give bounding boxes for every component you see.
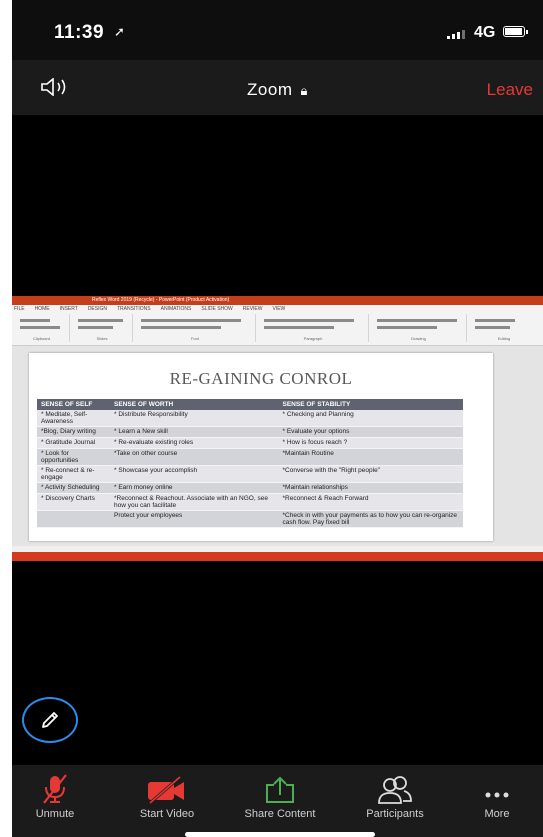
table-cell: * Learn a New skill: [110, 426, 279, 438]
table-row: * Re-connect & re-engage * Showcase your…: [37, 465, 463, 483]
battery-icon: [503, 26, 528, 37]
share-screen-icon: [266, 776, 294, 803]
left-border: [0, 0, 12, 837]
ribbon-tab: SLIDE SHOW: [201, 306, 233, 312]
table-row: * Discovery Charts *Reconnect & Reachout…: [37, 493, 463, 511]
ppt-taskbar: [12, 552, 543, 561]
unmute-button[interactable]: Unmute: [0, 769, 110, 820]
ribbon-tab: DESIGN: [87, 306, 107, 312]
meeting-title: Zoom 🔒︎: [12, 80, 543, 100]
home-indicator: [185, 832, 375, 837]
location-arrow-icon: ➚: [114, 24, 125, 39]
table-cell: * Gratitude Journal: [37, 437, 111, 449]
table-header-row: SENSE OF SELF SENSE OF WORTH SENSE OF ST…: [37, 399, 463, 410]
status-bar: 11:39 ➚ 4G: [12, 0, 543, 60]
ribbon-tab: HOME: [34, 306, 50, 312]
table-cell: * Showcase your accomplish: [110, 465, 279, 483]
table-cell: *Blog, Diary writing: [37, 426, 111, 438]
table-cell: * Distribute Responsibility: [110, 410, 279, 427]
ribbon-group-drawing: Drawing: [371, 314, 467, 342]
signal-icon: [447, 30, 465, 39]
table-cell: * Re-connect & re-engage: [37, 465, 111, 483]
slide: RE-GAINING CONROL SENSE OF SELF SENSE OF…: [29, 353, 493, 541]
table-cell: * Activity Scheduling: [37, 482, 111, 494]
table-cell: Protect your employees: [110, 510, 279, 528]
table-cell: * Look for opportunities: [37, 448, 111, 466]
table-cell: * Discovery Charts: [37, 493, 111, 511]
participants-button[interactable]: Participants: [340, 769, 450, 820]
table-row: Protect your employees *Check in with yo…: [37, 510, 463, 528]
lock-icon: 🔒︎: [300, 83, 308, 98]
slide-title: RE-GAINING CONROL: [169, 369, 353, 388]
table-cell: * Meditate, Self-Awareness: [37, 410, 111, 427]
ribbon-tab: FILE: [14, 306, 25, 312]
more-dots-icon: [485, 792, 509, 798]
participants-icon: [378, 776, 412, 804]
table-cell: [37, 510, 111, 528]
ribbon-group-font: Font: [135, 314, 256, 342]
muted-mic-icon: [43, 774, 67, 804]
table-cell: *Take on other course: [110, 448, 279, 466]
ribbon-group-slides: Slides: [72, 314, 133, 342]
table-cell: *Check in with your payments as to how y…: [278, 510, 463, 528]
table-cell: * Earn money online: [110, 482, 279, 494]
unmute-label: Unmute: [35, 808, 75, 820]
table-cell: *Converse with the "Right people": [278, 465, 463, 483]
ppt-ribbon-tabs: FILE HOME INSERT DESIGN TRANSITIONS ANIM…: [14, 306, 285, 312]
column-header: SENSE OF STABILITY: [278, 399, 463, 410]
ppt-title-bar: Reflex Word 2019 (Recycle) - PowerPoint …: [12, 296, 543, 305]
table-cell: *Reconnect & Reach Forward: [278, 493, 463, 511]
ribbon-tab: INSERT: [59, 306, 78, 312]
table-cell: * Checking and Planning: [278, 410, 463, 427]
ribbon-tab: ANIMATIONS: [160, 306, 192, 312]
table-row: * Activity Scheduling * Earn money onlin…: [37, 482, 463, 494]
ribbon-group-editing: Editing: [469, 314, 539, 342]
share-content-label: Share Content: [244, 808, 316, 820]
ribbon-group-paragraph: Paragraph: [258, 314, 369, 342]
meeting-top-bar: Zoom 🔒︎ Leave: [12, 60, 543, 115]
more-label: More: [484, 808, 510, 820]
column-header: SENSE OF WORTH: [110, 399, 279, 410]
ribbon-tab: REVIEW: [242, 306, 263, 312]
table-cell: * Re-evaluate existing roles: [110, 437, 279, 449]
table-row: * Look for opportunities *Take on other …: [37, 448, 463, 466]
column-header: SENSE OF SELF: [37, 399, 111, 410]
table-cell: * How is focus reach ?: [278, 437, 463, 449]
table-cell: *Maintain relationships: [278, 482, 463, 494]
video-off-icon: [148, 775, 184, 805]
shared-screen: Reflex Word 2019 (Recycle) - PowerPoint …: [12, 296, 543, 561]
pencil-icon: [42, 712, 58, 728]
start-video-label: Start Video: [139, 808, 195, 820]
share-content-button[interactable]: Share Content: [225, 769, 335, 820]
status-time: 11:39: [54, 22, 105, 43]
leave-button[interactable]: Leave: [487, 80, 533, 100]
ribbon-group-clipboard: Clipboard: [14, 314, 70, 342]
participants-label: Participants: [366, 808, 424, 820]
table-row: * Gratitude Journal * Re-evaluate existi…: [37, 437, 463, 449]
table-cell: *Reconnect & Reachout. Associate with an…: [110, 493, 279, 511]
more-button[interactable]: More: [452, 769, 542, 820]
annotate-button[interactable]: [22, 697, 78, 743]
ribbon-tab: TRANSITIONS: [116, 306, 151, 312]
slide-table: SENSE OF SELF SENSE OF WORTH SENSE OF ST…: [37, 399, 463, 528]
meeting-title-text: Zoom: [247, 80, 293, 99]
start-video-button[interactable]: Start Video: [112, 769, 222, 820]
ppt-window-title: Reflex Word 2019 (Recycle) - PowerPoint …: [92, 297, 230, 303]
ribbon-tab: VIEW: [272, 306, 286, 312]
meeting-toolbar: Unmute Start Video Share Content Partici…: [12, 765, 543, 837]
ppt-ribbon: FILE HOME INSERT DESIGN TRANSITIONS ANIM…: [12, 305, 543, 346]
network-type: 4G: [474, 24, 496, 41]
table-cell: *Maintain Routine: [278, 448, 463, 466]
table-cell: * Evaluate your options: [278, 426, 463, 438]
table-row: * Meditate, Self-Awareness * Distribute …: [37, 410, 463, 427]
table-row: *Blog, Diary writing * Learn a New skill…: [37, 426, 463, 438]
